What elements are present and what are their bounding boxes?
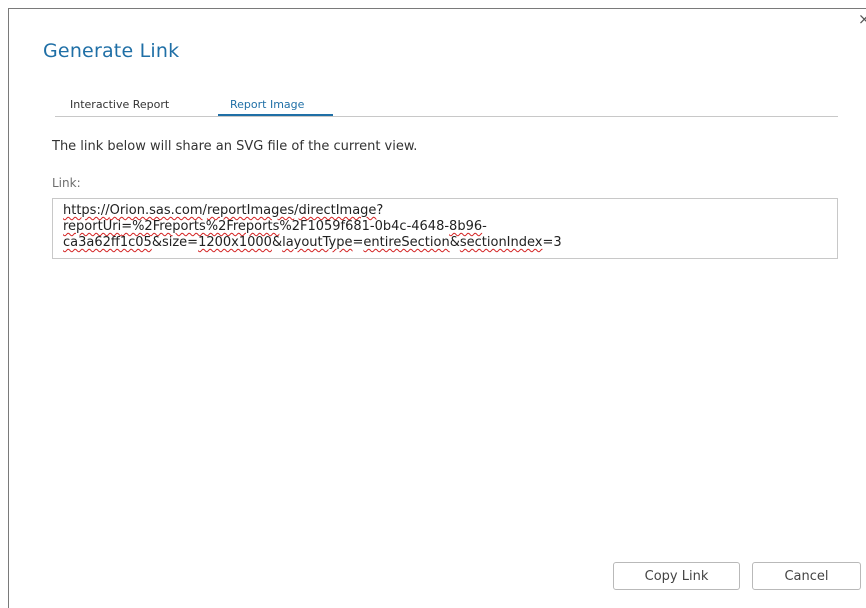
link-fragment: ca3a62ff1c05 (63, 235, 152, 250)
link-fragment: reportUri (63, 219, 122, 234)
link-fragment: directImage (298, 203, 377, 218)
link-fragment: %2Freports (205, 219, 280, 234)
link-line-1: https://Orion.sas.com/reportImages/direc… (63, 203, 827, 219)
tab-interactive-report[interactable]: Interactive Report (70, 98, 169, 111)
link-fragment: Orion.sas.com (109, 203, 203, 218)
link-line-3: ca3a62ff1c05&size=1200x1000&layoutType=e… (63, 235, 827, 251)
link-fragment: 8b96 (449, 219, 483, 234)
close-icon[interactable]: × (858, 12, 866, 27)
link-fragment: - (482, 219, 487, 234)
tab-report-image[interactable]: Report Image (230, 98, 304, 111)
link-fragment: sectionIndex (459, 235, 543, 250)
cancel-button[interactable]: Cancel (752, 562, 861, 590)
link-fragment: https:// (63, 203, 110, 218)
description-text: The link below will share an SVG file of… (52, 139, 418, 154)
active-tab-indicator (218, 114, 333, 116)
link-fragment: reportImages (206, 203, 295, 218)
link-label: Link: (52, 176, 81, 190)
link-fragment: = (352, 235, 364, 250)
dialog-title: Generate Link (43, 40, 180, 62)
link-fragment: =3 (542, 235, 562, 250)
link-fragment: & (449, 235, 460, 250)
link-fragment: =%2Freports (121, 219, 206, 234)
link-fragment: layoutType (282, 235, 353, 250)
link-textarea[interactable]: https://Orion.sas.com/reportImages/direc… (52, 198, 838, 259)
tab-bar: Interactive Report Report Image (55, 92, 838, 117)
link-fragment: ? (376, 203, 384, 218)
link-fragment: & (271, 235, 283, 250)
link-fragment: %2F1059f681-0b4c-4648- (279, 219, 450, 234)
link-fragment: 1200x1000 (198, 235, 272, 250)
copy-link-button[interactable]: Copy Link (613, 562, 740, 590)
link-line-2: reportUri=%2Freports%2Freports%2F1059f68… (63, 219, 827, 235)
link-fragment: &size= (151, 235, 199, 250)
link-fragment: entireSection (363, 235, 450, 250)
